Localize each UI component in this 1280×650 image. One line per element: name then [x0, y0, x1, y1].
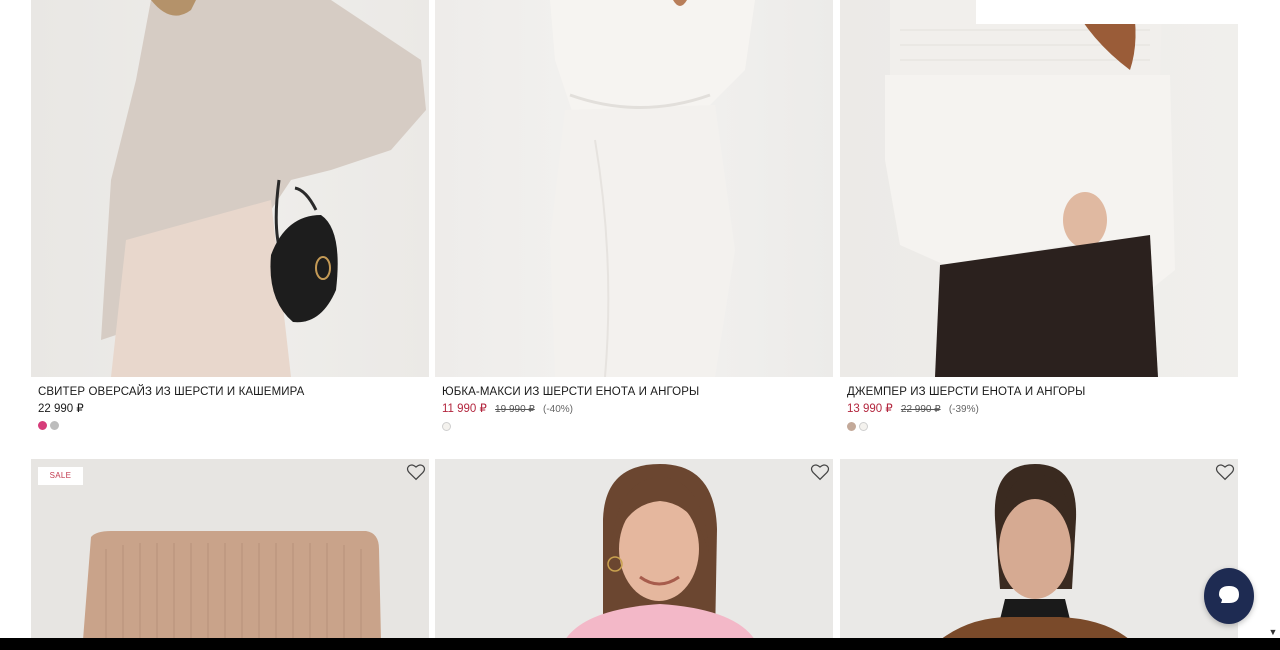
product-info: СВИТЕР ОВЕРСАЙЗ ИЗ ШЕРСТИ И КАШЕМИРА 22 … [38, 385, 428, 430]
product-prices: 22 990 ₽ [38, 402, 428, 416]
product-old-price: 19 990 ₽ [495, 404, 535, 415]
heart-outline-icon[interactable] [1215, 463, 1235, 481]
product-prices: 13 990 ₽ 22 990 ₽ (-39%) [847, 402, 1237, 417]
heart-outline-icon[interactable] [406, 463, 426, 481]
product-title[interactable]: СВИТЕР ОВЕРСАЙЗ ИЗ ШЕРСТИ И КАШЕМИРА [38, 385, 428, 399]
color-swatches [847, 422, 1237, 431]
color-swatches [38, 421, 428, 430]
product-image[interactable] [840, 0, 1238, 377]
chat-bubble-icon [1219, 586, 1239, 603]
product-grid: СВИТЕР ОВЕРСАЙЗ ИЗ ШЕРСТИ И КАШЕМИРА 22 … [0, 0, 1280, 640]
header-overlay [976, 0, 1238, 24]
product-price: 22 990 ₽ [38, 403, 84, 415]
product-title[interactable]: ДЖЕМПЕР ИЗ ШЕРСТИ ЕНОТА И АНГОРЫ [847, 385, 1237, 399]
product-prices: 11 990 ₽ 19 990 ₽ (-40%) [442, 402, 832, 417]
heart-outline-icon[interactable] [810, 463, 830, 481]
product-old-price: 22 990 ₽ [900, 404, 941, 415]
color-swatch-white[interactable] [859, 422, 868, 431]
color-swatch-gray[interactable] [50, 421, 59, 430]
product-image[interactable] [435, 459, 833, 640]
color-swatch-beige[interactable] [847, 422, 856, 431]
color-swatch-white[interactable] [442, 422, 451, 431]
product-info: ДЖЕМПЕР ИЗ ШЕРСТИ ЕНОТА И АНГОРЫ 13 990 … [847, 385, 1237, 431]
product-image[interactable]: SALE [31, 459, 429, 640]
product-sale-price: 11 990 ₽ [442, 403, 487, 415]
chat-button[interactable] [1204, 568, 1254, 624]
product-sale-price: 13 990 ₽ [847, 403, 893, 415]
scroll-down-arrow-icon[interactable]: ▼ [1268, 626, 1278, 638]
product-image[interactable] [435, 0, 833, 377]
bottom-bar [0, 638, 1280, 650]
color-swatch-pink[interactable] [38, 421, 47, 430]
color-swatches [442, 422, 832, 431]
product-info: ЮБКА-МАКСИ ИЗ ШЕРСТИ ЕНОТА И АНГОРЫ 11 9… [442, 385, 832, 431]
product-image[interactable] [840, 459, 1238, 640]
product-image[interactable] [31, 0, 429, 377]
sale-badge: SALE [38, 467, 83, 485]
product-discount: (-39%) [948, 404, 979, 415]
product-title[interactable]: ЮБКА-МАКСИ ИЗ ШЕРСТИ ЕНОТА И АНГОРЫ [442, 385, 832, 399]
product-discount: (-40%) [542, 404, 573, 415]
